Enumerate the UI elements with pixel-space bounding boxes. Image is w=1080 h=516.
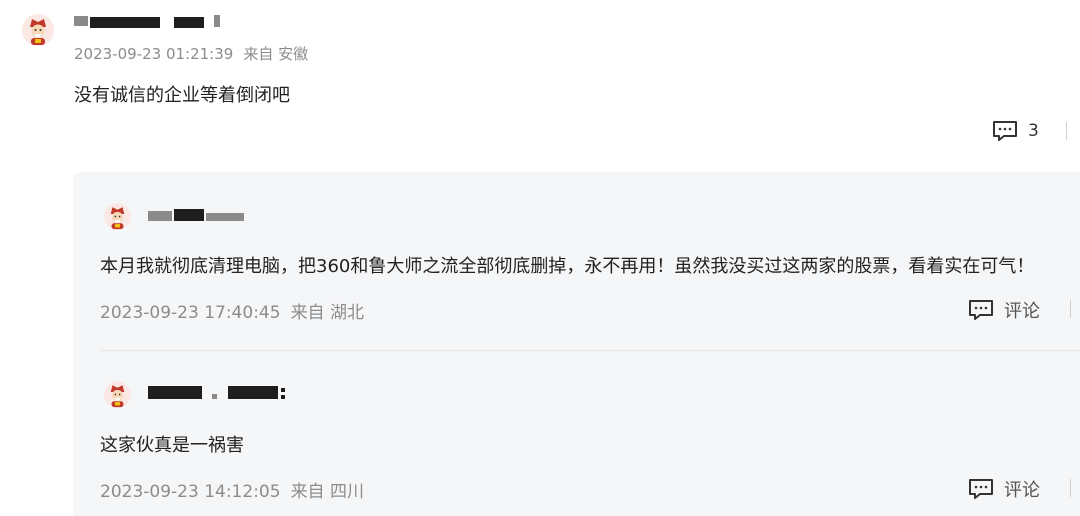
reply-comment-button[interactable]: 评论: [968, 476, 1040, 502]
reply-meta: 2023-09-23 14:12:05 来自 四川: [100, 477, 364, 502]
comment-meta: 2023-09-23 01:21:39 来自 安徽: [74, 43, 308, 64]
avatar-god-of-wealth-icon: [104, 381, 131, 408]
action-divider: [1070, 300, 1071, 318]
reply-avatar[interactable]: [104, 203, 131, 230]
reply-timestamp: 2023-09-23 17:40:45: [100, 303, 281, 323]
action-divider: [1066, 122, 1067, 140]
reply-text: 这家伙真是一祸害: [100, 435, 244, 456]
comment-bubble-icon: [969, 300, 993, 320]
reply-avatar[interactable]: [104, 381, 131, 408]
comment-bubble-icon: [969, 479, 993, 499]
reply-comment-label: 评论: [1004, 301, 1040, 322]
replies-panel: [73, 172, 1080, 516]
comment-timestamp: 2023-09-23 01:21:39: [74, 45, 234, 63]
reply-text: 本月我就彻底清理电脑，把360和鲁大师之流全部彻底删掉，永不再用！虽然我没买过这…: [100, 256, 1035, 277]
reply-divider: [100, 350, 1080, 351]
avatar-god-of-wealth-icon: [22, 14, 54, 46]
comment-text: 没有诚信的企业等着倒闭吧: [74, 85, 290, 106]
reply-comment-button[interactable]: 评论: [968, 297, 1040, 323]
reply-meta: 2023-09-23 17:40:45 来自 湖北: [100, 298, 364, 323]
reply-count: 3: [1028, 121, 1039, 141]
avatar[interactable]: [22, 14, 54, 46]
comment-bubble-icon: [993, 121, 1017, 141]
reply-comment-label: 评论: [1004, 480, 1040, 501]
comment-location: 来自 安徽: [243, 45, 309, 63]
reply-count-button[interactable]: 3: [992, 120, 1039, 142]
reply-timestamp: 2023-09-23 14:12:05: [100, 482, 281, 502]
action-divider: [1070, 479, 1071, 497]
reply-location: 来自 湖北: [290, 303, 364, 323]
reply-location: 来自 四川: [290, 482, 364, 502]
avatar-god-of-wealth-icon: [104, 203, 131, 230]
